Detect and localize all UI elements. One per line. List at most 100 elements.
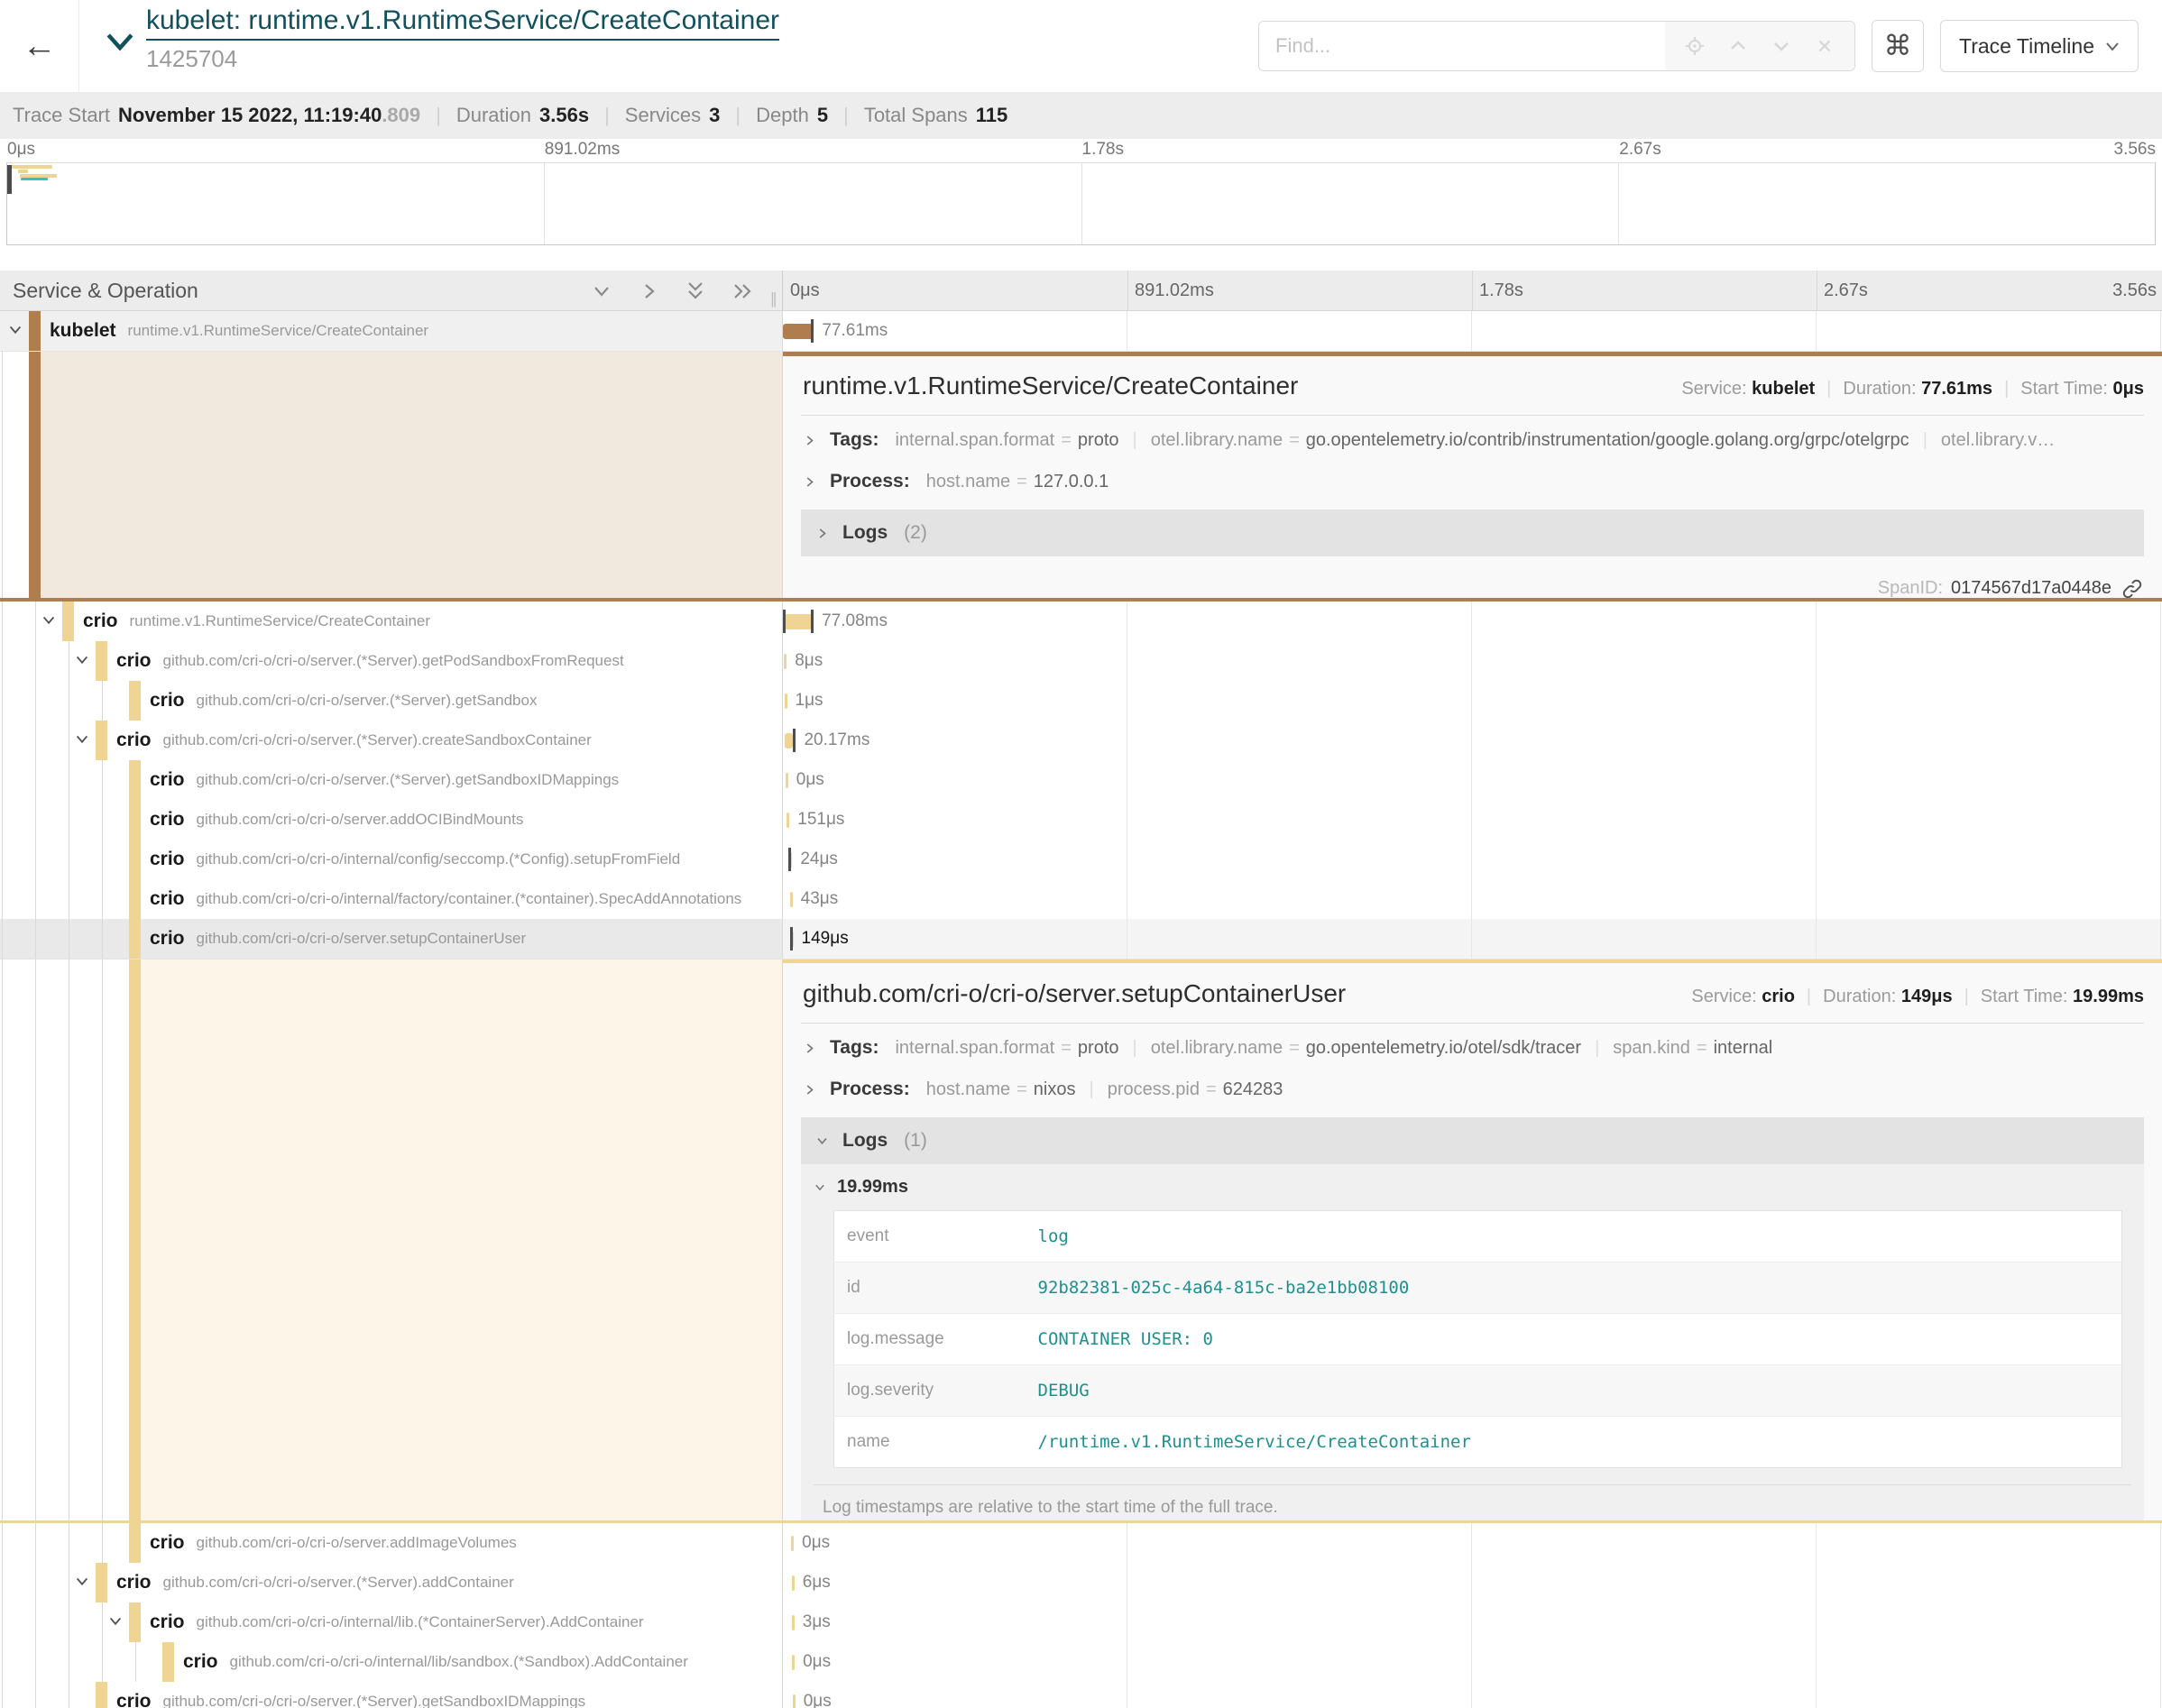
span-timeline-cell[interactable]: 0μs <box>783 1642 2162 1682</box>
span-name-cell[interactable]: criogithub.com/cri-o/cri-o/internal/fact… <box>0 879 783 919</box>
span-timeline-cell[interactable]: 77.08ms <box>783 601 2162 641</box>
log-marker <box>811 610 814 633</box>
span-row[interactable]: criogithub.com/cri-o/cri-o/server.setupC… <box>0 919 2162 959</box>
tags-accordion[interactable]: Tags:internal.span.format=proto|otel.lib… <box>796 1025 2149 1067</box>
find-prev-icon[interactable] <box>1719 35 1757 57</box>
span-timeline-cell[interactable]: 1μs <box>783 681 2162 721</box>
span-duration-label: 149μs <box>802 929 849 949</box>
tags-accordion[interactable]: Tags:internal.span.format=proto|otel.lib… <box>796 418 2149 459</box>
span-collapse-chevron-icon[interactable] <box>7 322 23 338</box>
expand-one-icon[interactable] <box>638 278 659 303</box>
span-name-cell[interactable]: criogithub.com/cri-o/cri-o/internal/lib/… <box>0 1642 783 1682</box>
span-row[interactable]: criogithub.com/cri-o/cri-o/internal/lib.… <box>0 1602 2162 1642</box>
span-row[interactable]: criogithub.com/cri-o/cri-o/server.addIma… <box>0 1523 2162 1563</box>
span-name-cell[interactable]: crioruntime.v1.RuntimeService/CreateCont… <box>0 601 783 641</box>
span-timeline-cell[interactable]: 20.17ms <box>783 721 2162 760</box>
span-name-cell[interactable]: criogithub.com/cri-o/cri-o/server.addOCI… <box>0 800 783 840</box>
span-timeline-cell[interactable]: 6μs <box>783 1563 2162 1602</box>
span-duration-bar[interactable] <box>793 1694 796 1708</box>
span-name-cell[interactable]: kubeletruntime.v1.RuntimeService/CreateC… <box>0 311 783 351</box>
span-row[interactable]: criogithub.com/cri-o/cri-o/server.(*Serv… <box>0 760 2162 800</box>
collapse-one-icon[interactable] <box>591 278 612 303</box>
trace-view-selector[interactable]: Trace Timeline <box>1940 20 2139 72</box>
span-timeline-cell[interactable]: 8μs <box>783 641 2162 681</box>
find-clear-icon[interactable] <box>1806 36 1844 56</box>
span-timeline-cell[interactable]: 3μs <box>783 1602 2162 1642</box>
span-row[interactable]: criogithub.com/cri-o/cri-o/server.(*Serv… <box>0 681 2162 721</box>
service-color-chip <box>129 681 141 721</box>
locate-icon[interactable] <box>1676 35 1714 57</box>
span-timeline-cell[interactable]: 77.61ms <box>783 311 2162 351</box>
span-timeline-cell[interactable]: 0μs <box>783 1682 2162 1708</box>
span-timeline-cell[interactable]: 0μs <box>783 1523 2162 1563</box>
span-name-cell[interactable]: criogithub.com/cri-o/cri-o/internal/lib.… <box>0 1602 783 1642</box>
indent-guide <box>35 601 36 641</box>
collapse-all-icon[interactable] <box>685 278 706 303</box>
span-collapse-chevron-icon[interactable] <box>74 731 90 748</box>
span-name-cell[interactable]: criogithub.com/cri-o/cri-o/server.setupC… <box>0 919 783 959</box>
back-button[interactable]: ← <box>0 0 79 92</box>
link-icon[interactable] <box>2122 578 2142 598</box>
find-input[interactable] <box>1259 22 1665 70</box>
span-duration-bar[interactable] <box>791 1536 794 1551</box>
log-field-value: /runtime.v1.RuntimeService/CreateContain… <box>1026 1417 2122 1468</box>
summary-label: Total Spans <box>864 104 968 127</box>
span-timeline-cell[interactable]: 151μs <box>783 800 2162 840</box>
trace-minimap[interactable] <box>6 162 2156 245</box>
span-duration-label: 3μs <box>803 1612 831 1632</box>
process-accordion[interactable]: Process:host.name=nixos|process.pid=6242… <box>796 1067 2149 1108</box>
span-row[interactable]: criogithub.com/cri-o/cri-o/server.(*Serv… <box>0 1682 2162 1708</box>
trace-title-link[interactable]: kubelet: runtime.v1.RuntimeService/Creat… <box>146 5 779 41</box>
span-duration-bar[interactable] <box>790 892 793 907</box>
span-name-cell[interactable]: criogithub.com/cri-o/cri-o/server.(*Serv… <box>0 760 783 800</box>
span-row[interactable]: criogithub.com/cri-o/cri-o/server.(*Serv… <box>0 721 2162 760</box>
span-row[interactable]: kubeletruntime.v1.RuntimeService/CreateC… <box>0 311 2162 351</box>
span-name-cell[interactable]: criogithub.com/cri-o/cri-o/internal/conf… <box>0 840 783 879</box>
span-name-cell[interactable]: criogithub.com/cri-o/cri-o/server.(*Serv… <box>0 1682 783 1708</box>
span-name-cell[interactable]: criogithub.com/cri-o/cri-o/server.(*Serv… <box>0 1563 783 1602</box>
span-timeline-cell[interactable]: 0μs <box>783 760 2162 800</box>
span-name-cell[interactable]: criogithub.com/cri-o/cri-o/server.(*Serv… <box>0 641 783 681</box>
service-name: crio <box>150 690 185 712</box>
span-duration-bar[interactable] <box>792 1615 795 1630</box>
span-duration-bar[interactable] <box>784 614 814 629</box>
logs-accordion[interactable]: Logs(2) <box>801 510 2144 556</box>
span-name-cell[interactable]: criogithub.com/cri-o/cri-o/server.addIma… <box>0 1523 783 1563</box>
span-duration-bar[interactable] <box>785 693 787 709</box>
span-duration-bar[interactable] <box>787 813 789 828</box>
span-timeline-cell[interactable]: 149μs <box>783 919 2162 959</box>
span-collapse-chevron-icon[interactable] <box>74 652 90 668</box>
span-row[interactable]: criogithub.com/cri-o/cri-o/server.(*Serv… <box>0 1563 2162 1602</box>
span-row[interactable]: crioruntime.v1.RuntimeService/CreateCont… <box>0 601 2162 641</box>
column-resize-grip[interactable]: ∥ <box>770 290 779 308</box>
span-name-cell[interactable]: criogithub.com/cri-o/cri-o/server.(*Serv… <box>0 721 783 760</box>
span-row[interactable]: criogithub.com/cri-o/cri-o/server.(*Serv… <box>0 641 2162 681</box>
span-rows: kubeletruntime.v1.RuntimeService/CreateC… <box>0 311 2162 1708</box>
span-duration-bar[interactable] <box>784 654 787 669</box>
minimap-drag-handle[interactable] <box>7 165 12 194</box>
span-duration-bar[interactable] <box>792 1575 795 1591</box>
keyboard-shortcuts-button[interactable]: ⌘ <box>1872 20 1924 72</box>
timeline-tick-label: 3.56s <box>2112 280 2157 301</box>
span-duration-bar[interactable] <box>785 733 793 748</box>
collapse-trace-chevron-icon[interactable] <box>105 31 135 52</box>
span-collapse-chevron-icon[interactable] <box>74 1574 90 1590</box>
span-duration-bar[interactable] <box>783 324 813 339</box>
span-collapse-chevron-icon[interactable] <box>41 612 57 629</box>
find-next-icon[interactable] <box>1762 35 1800 57</box>
indent-guide <box>35 760 36 800</box>
span-row[interactable]: criogithub.com/cri-o/cri-o/internal/conf… <box>0 840 2162 879</box>
span-duration-bar[interactable] <box>786 773 788 788</box>
span-row[interactable]: criogithub.com/cri-o/cri-o/internal/fact… <box>0 879 2162 919</box>
span-row[interactable]: criogithub.com/cri-o/cri-o/server.addOCI… <box>0 800 2162 840</box>
logs-accordion[interactable]: Logs(1) <box>801 1117 2144 1164</box>
log-entry-accordion[interactable]: 19.99ms <box>814 1177 2131 1198</box>
span-timeline-cell[interactable]: 24μs <box>783 840 2162 879</box>
expand-all-icon[interactable] <box>731 278 755 303</box>
span-timeline-cell[interactable]: 43μs <box>783 879 2162 919</box>
process-accordion[interactable]: Process:host.name=127.0.0.1 <box>796 459 2149 500</box>
span-duration-bar[interactable] <box>792 1655 795 1670</box>
span-name-cell[interactable]: criogithub.com/cri-o/cri-o/server.(*Serv… <box>0 681 783 721</box>
span-row[interactable]: criogithub.com/cri-o/cri-o/internal/lib/… <box>0 1642 2162 1682</box>
span-collapse-chevron-icon[interactable] <box>107 1613 124 1630</box>
